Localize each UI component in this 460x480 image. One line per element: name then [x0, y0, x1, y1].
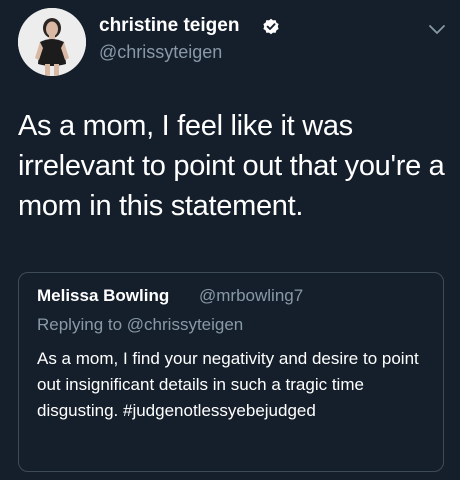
verified-badge-icon — [263, 18, 279, 35]
tweet-text: As a mom, I feel like it was irrelevant … — [18, 110, 445, 222]
tweet-card: christine teigen @chrissyteigen As a mom… — [0, 0, 460, 480]
avatar[interactable] — [18, 8, 86, 76]
quoted-tweet[interactable]: Melissa Bowling @mrbowling7 Replying to … — [18, 272, 444, 472]
author-name[interactable]: christine teigen — [99, 15, 239, 37]
quoted-author-name: Melissa Bowling — [37, 286, 170, 305]
quoted-tweet-text: As a mom, I find your negativity and des… — [37, 349, 419, 420]
profile-photo — [18, 8, 86, 76]
author-handle[interactable]: @chrissyteigen — [99, 42, 222, 63]
replying-to-line: Replying to @chrissyteigen — [37, 315, 243, 335]
chevron-down-icon[interactable] — [428, 24, 446, 36]
replying-to-label: Replying to — [37, 315, 123, 334]
quoted-author-handle: @mrbowling7 — [199, 286, 304, 305]
replying-to-mention[interactable]: @chrissyteigen — [127, 315, 243, 334]
